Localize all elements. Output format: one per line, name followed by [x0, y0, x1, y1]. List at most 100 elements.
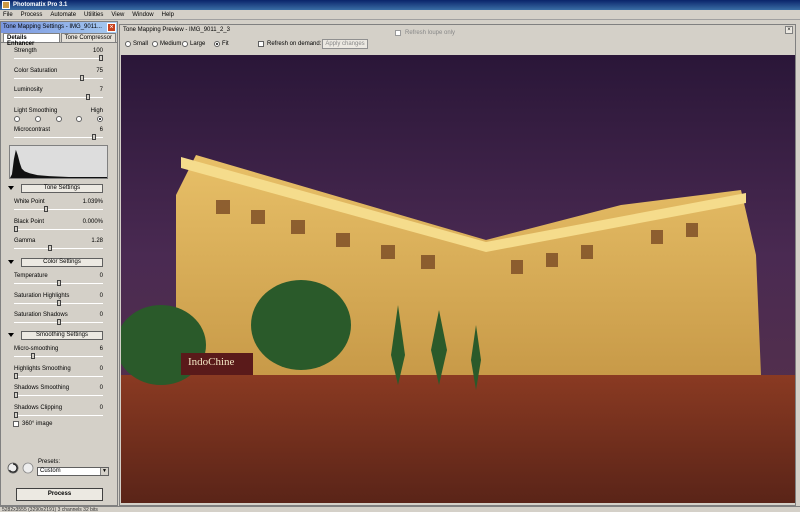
presets-select[interactable]: Custom ▼ — [37, 467, 109, 476]
size-fit-label: Fit — [222, 41, 229, 47]
slider-value: 1.039% — [82, 199, 103, 205]
preview-image[interactable] — [121, 55, 795, 503]
color-saturation-slider-row: Color Saturation 75 — [1, 67, 117, 87]
menu-window[interactable]: Window — [132, 12, 153, 18]
menu-process[interactable]: Process — [21, 12, 43, 18]
status-bar: 5282x3555 (3290x2191) 3 channels 32 bits — [0, 506, 800, 512]
microcontrast-block: Microcontrast 6 — [1, 126, 117, 146]
slider-thumb[interactable] — [99, 55, 103, 61]
preview-title: Tone Mapping Preview - IMG_9011_2_3 — [123, 27, 230, 33]
gamma-slider[interactable] — [14, 248, 103, 249]
size-medium-label: Medium — [160, 41, 182, 47]
highlights-smoothing-slider[interactable] — [14, 375, 103, 377]
image-360-checkbox[interactable] — [13, 421, 19, 427]
slider-label: Gamma — [14, 238, 36, 244]
refresh-loupe-checkbox[interactable] — [395, 30, 401, 36]
close-icon[interactable]: × — [785, 26, 793, 34]
white-point-slider-row: White Point 1.039% — [1, 198, 117, 218]
load-preset-icon[interactable] — [7, 462, 19, 474]
black-point-slider-row: Black Point 0.000% — [1, 218, 117, 238]
slider-thumb[interactable] — [14, 392, 18, 398]
slider-thumb[interactable] — [86, 94, 91, 100]
slider-thumb[interactable] — [43, 206, 48, 212]
slider-label: Saturation Shadows — [14, 312, 68, 318]
slider-value: 0 — [99, 365, 103, 372]
white-point-slider[interactable] — [14, 209, 103, 210]
color-settings-section: Color Settings — [8, 258, 106, 268]
apply-changes-button[interactable]: Apply changes — [322, 39, 368, 49]
slider-value: 100 — [92, 48, 103, 54]
slider-thumb[interactable] — [56, 299, 61, 306]
light-smoothing-radio-3[interactable] — [55, 116, 62, 122]
slider-thumb[interactable] — [92, 134, 97, 140]
slider-thumb[interactable] — [31, 353, 35, 359]
saturation-shadows-slider-row: Saturation Shadows 0 — [1, 311, 117, 331]
slider-thumb[interactable] — [14, 411, 18, 418]
slider-label: Shadows Clipping — [14, 404, 63, 411]
saturation-highlights-slider-row: Saturation Highlights 0 — [1, 292, 117, 312]
menu-help[interactable]: Help — [162, 12, 174, 18]
shadows-clipping-slider[interactable] — [14, 414, 103, 416]
size-fit-radio[interactable] — [214, 41, 220, 47]
preview-toolbar: Small Medium Large Fit Refresh on demand… — [120, 30, 795, 54]
size-large-radio[interactable] — [182, 41, 188, 47]
collapse-triangle-icon[interactable] — [8, 186, 14, 190]
microcontrast-slider[interactable] — [14, 137, 103, 138]
menu-utilities[interactable]: Utilities — [84, 12, 103, 18]
tone-settings-button[interactable]: Tone Settings — [21, 184, 103, 193]
panel-title: Tone Mapping Settings - IMG_9011... — [3, 24, 102, 30]
slider-value: 1.28 — [91, 238, 103, 244]
slider-thumb[interactable] — [56, 319, 61, 325]
slider-value: 0 — [99, 273, 103, 279]
light-smoothing-radio-1[interactable] — [14, 116, 20, 122]
shadows-smoothing-slider[interactable] — [14, 395, 103, 396]
slider-thumb[interactable] — [14, 372, 18, 379]
menu-view[interactable]: View — [111, 12, 124, 18]
slider-label: Strength — [14, 48, 37, 54]
slider-label: Color Saturation — [14, 67, 58, 74]
gamma-slider-row: Gamma 1.28 — [1, 237, 117, 257]
slider-thumb[interactable] — [14, 225, 18, 232]
size-small-radio[interactable] — [125, 41, 131, 47]
refresh-on-demand-checkbox[interactable] — [258, 41, 264, 47]
slider-value: 6 — [99, 127, 103, 133]
black-point-slider[interactable] — [14, 228, 103, 230]
tone-mapping-settings-panel: Tone Mapping Settings - IMG_9011... × De… — [0, 21, 118, 506]
strength-slider[interactable] — [14, 58, 103, 59]
collapse-triangle-icon[interactable] — [8, 260, 14, 264]
slider-label: Saturation Highlights — [14, 292, 70, 299]
color-settings-button[interactable]: Color Settings — [21, 258, 103, 267]
panel-title-bar: Tone Mapping Settings - IMG_9011... × — [1, 22, 117, 33]
size-medium-radio[interactable] — [152, 41, 158, 47]
tab-tone-compressor[interactable]: Tone Compressor — [60, 33, 116, 42]
slider-thumb[interactable] — [56, 280, 61, 286]
menu-file[interactable]: File — [3, 12, 13, 18]
light-smoothing-radios — [1, 115, 117, 125]
process-button[interactable]: Process — [16, 488, 103, 501]
light-smoothing-radio-5[interactable] — [97, 116, 103, 122]
slider-thumb[interactable] — [48, 245, 52, 251]
tab-details-enhancer[interactable]: Details Enhancer — [3, 33, 60, 47]
micro-smoothing-slider-row: Micro-smoothing 6 — [1, 345, 117, 365]
method-tabs: Details Enhancer Tone Compressor — [1, 33, 117, 47]
luminosity-slider-row: Luminosity 7 — [1, 86, 117, 106]
color-saturation-slider[interactable] — [14, 77, 103, 79]
temperature-slider-row: Temperature 0 — [1, 272, 117, 292]
micro-smoothing-slider[interactable] — [14, 356, 103, 357]
collapse-triangle-icon[interactable] — [8, 333, 14, 337]
slider-value: 6 — [99, 346, 103, 352]
preview-sign-text: IndoChine — [188, 356, 235, 368]
menu-automate[interactable]: Automate — [50, 12, 76, 18]
top-sliders: Strength 100 Color Saturation 75 Luminos… — [1, 47, 117, 106]
save-preset-icon[interactable] — [22, 462, 34, 474]
slider-label: White Point — [14, 199, 45, 205]
smoothing-settings-button[interactable]: Smoothing Settings — [21, 331, 103, 340]
close-icon[interactable]: × — [107, 23, 116, 32]
slider-thumb[interactable] — [80, 74, 85, 81]
light-smoothing-radio-4[interactable] — [76, 116, 83, 122]
slider-label: Black Point — [14, 218, 45, 225]
chevron-down-icon[interactable]: ▼ — [100, 468, 108, 475]
light-smoothing-radio-2[interactable] — [34, 116, 41, 122]
app-title: Photomatix Pro 3.1 — [13, 2, 68, 8]
strength-slider-row: Strength 100 — [1, 47, 117, 67]
